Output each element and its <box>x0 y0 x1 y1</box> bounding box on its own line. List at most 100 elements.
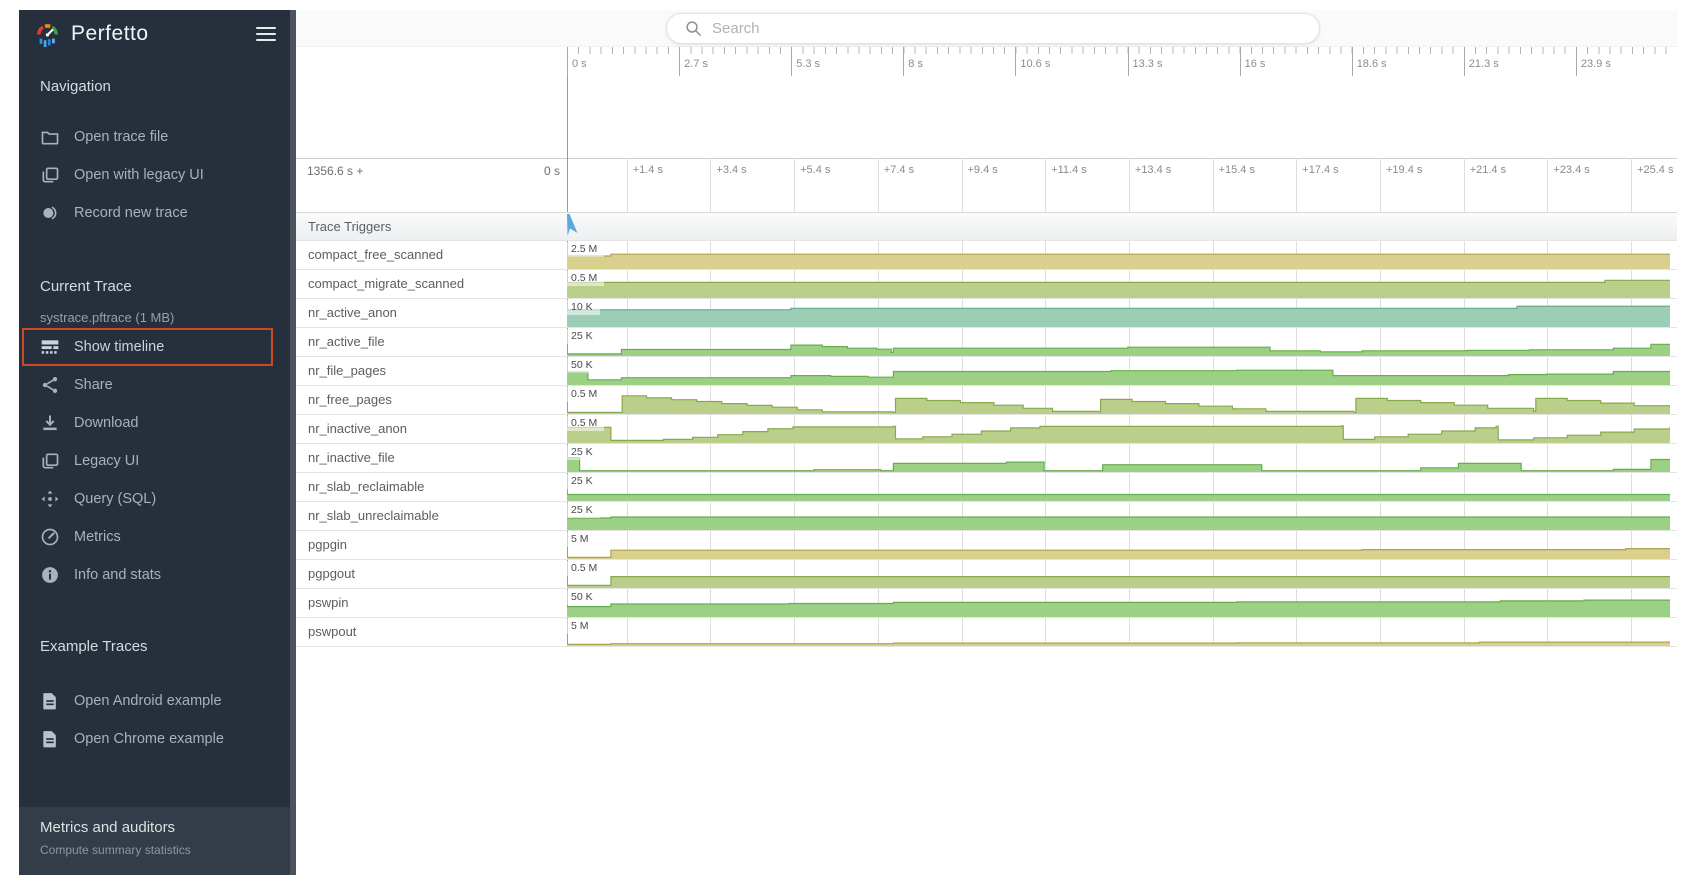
track-row-nr-free-pages[interactable]: nr_free_pages 0.5 M <box>296 386 1677 415</box>
track-row-nr-inactive-anon[interactable]: nr_inactive_anon 0.5 M <box>296 415 1677 444</box>
perfetto-logo-icon <box>34 21 61 48</box>
track-name[interactable]: pgpgout <box>308 566 355 581</box>
track-row-nr-inactive-file[interactable]: nr_inactive_file 25 K <box>296 444 1677 473</box>
sidebar-item-label: Share <box>74 377 113 393</box>
perfetto-app: Perfetto Navigation Open trace fileOpen w… <box>0 0 1698 886</box>
overlapping-windows-icon <box>40 451 60 471</box>
section-title-example-traces: Example Traces <box>19 636 290 658</box>
search-icon <box>685 20 702 37</box>
track-row-pswpin[interactable]: pswpin 50 K <box>296 589 1677 618</box>
track-row-nr-active-anon[interactable]: nr_active_anon 10 K <box>296 299 1677 328</box>
counter-value-label: 2.5 M <box>567 242 604 257</box>
time-axis-header[interactable]: 1356.6 s + 0 s +1.4 s+3.4 s+5.4 s+7.4 s+… <box>296 158 1677 212</box>
counter-value-label: 0.5 M <box>567 416 604 431</box>
sidebar-item-label: Record new trace <box>74 205 188 221</box>
overview-ruler-label: 8 s <box>908 58 923 70</box>
sidebar-item-legacy-ui[interactable]: Legacy UI <box>19 442 290 480</box>
track-row-pgpgin[interactable]: pgpgin5 M <box>296 531 1677 560</box>
counter-value-label: 25 K <box>567 445 600 460</box>
track-row-pswpout[interactable]: pswpout5 M <box>296 618 1677 647</box>
track-row-nr-slab-reclaimable[interactable]: nr_slab_reclaimable25 K <box>296 473 1677 502</box>
overview-ruler-label: 5.3 s <box>796 58 820 70</box>
track-name[interactable]: nr_inactive_anon <box>308 421 407 436</box>
track-row-trace-triggers[interactable]: Trace Triggers <box>296 212 1677 241</box>
track-name[interactable]: compact_migrate_scanned <box>308 276 464 291</box>
footer-title: Metrics and auditors <box>40 819 290 836</box>
counter-value-label: 50 K <box>567 358 600 373</box>
overview-ruler-label: 0 s <box>572 58 587 70</box>
overview-ruler-tick <box>1576 47 1577 76</box>
sidebar-footer-metrics-and-auditors[interactable]: Metrics and auditors Compute summary sta… <box>19 807 290 875</box>
sidebar-item-share[interactable]: Share <box>19 366 290 404</box>
sidebar-item-open-trace-file[interactable]: Open trace file <box>19 118 290 156</box>
track-name[interactable]: nr_active_anon <box>308 305 397 320</box>
gauge-icon <box>40 527 60 547</box>
sidebar-item-open-chrome-example[interactable]: Open Chrome example <box>19 720 290 758</box>
track-name[interactable]: nr_file_pages <box>308 363 386 378</box>
search-input[interactable] <box>712 20 1252 37</box>
track-row-nr-active-file[interactable]: nr_active_file25 K <box>296 328 1677 357</box>
track-name[interactable]: nr_slab_unreclaimable <box>308 508 439 523</box>
axis-tick-label: +17.4 s <box>1302 164 1338 176</box>
axis-tick-label: +21.4 s <box>1470 164 1506 176</box>
document-icon <box>40 691 60 711</box>
counter-value-label: 50 K <box>567 590 600 605</box>
sidebar-item-info-and-stats[interactable]: Info and stats <box>19 556 290 594</box>
track-name[interactable]: pswpin <box>308 595 348 610</box>
overlapping-windows-icon <box>40 165 60 185</box>
sidebar-item-open-android-example[interactable]: Open Android example <box>19 682 290 720</box>
counter-chart[interactable] <box>567 618 1670 652</box>
track-row-pgpgout[interactable]: pgpgout 0.5 M <box>296 560 1677 589</box>
track-name[interactable]: pswpout <box>308 624 356 639</box>
section-title-current-trace: Current Trace <box>19 276 290 298</box>
track-row-nr-file-pages[interactable]: nr_file_pages 50 K <box>296 357 1677 386</box>
sidebar-item-metrics[interactable]: Metrics <box>19 518 290 556</box>
counter-value-label: 0.5 M <box>567 561 604 576</box>
sidebar-item-label: Info and stats <box>74 567 161 583</box>
sidebar-item-label: Show timeline <box>74 339 164 355</box>
search-box[interactable] <box>666 13 1320 44</box>
sidebar-item-label: Download <box>74 415 139 431</box>
sidebar-header: Perfetto <box>19 10 290 58</box>
hamburger-menu-icon[interactable] <box>256 23 276 45</box>
axis-zero-label: 0 s <box>296 164 560 178</box>
overview-ruler-minor-ticks[interactable] <box>567 47 1677 54</box>
track-name[interactable]: nr_active_file <box>308 334 385 349</box>
axis-tick-label: +25.4 s <box>1637 164 1673 176</box>
sidebar-item-label: Query (SQL) <box>74 491 156 507</box>
axis-tick-label: +23.4 s <box>1553 164 1589 176</box>
timeline-panel: 0 s2.7 s5.3 s8 s10.6 s13.3 s16 s18.6 s21… <box>296 10 1677 875</box>
track-name[interactable]: Trace Triggers <box>308 219 391 234</box>
track-name[interactable]: nr_slab_reclaimable <box>308 479 424 494</box>
sidebar-item-show-timeline[interactable]: Show timeline <box>22 328 273 366</box>
counter-value-label: 10 K <box>567 300 600 315</box>
section-title-navigation: Navigation <box>19 76 290 98</box>
counter-value-label: 0.5 M <box>567 387 604 402</box>
axis-tick-label: +3.4 s <box>716 164 746 176</box>
overview-ruler-tick <box>903 47 904 76</box>
track-row-nr-slab-unreclaimable[interactable]: nr_slab_unreclaimable25 K <box>296 502 1677 531</box>
track-name[interactable]: pgpgin <box>308 537 347 552</box>
overview-ruler-label: 10.6 s <box>1020 58 1050 70</box>
record-icon <box>40 203 60 223</box>
trace-trigger-flag-icon <box>567 214 579 242</box>
folder-icon <box>40 127 60 147</box>
sidebar-item-label: Metrics <box>74 529 121 545</box>
sidebar-item-label: Open Android example <box>74 693 222 709</box>
overview-ruler-tick <box>567 47 568 76</box>
sidebar-item-label: Legacy UI <box>74 453 139 469</box>
sidebar-item-record-new-trace[interactable]: Record new trace <box>19 194 290 232</box>
track-row-compact-free-scanned[interactable]: compact_free_scanned 2.5 M <box>296 241 1677 270</box>
sidebar-item-query-sql-[interactable]: Query (SQL) <box>19 480 290 518</box>
overview-ruler-tick <box>1015 47 1016 76</box>
track-name[interactable]: nr_inactive_file <box>308 450 395 465</box>
top-bar <box>296 10 1677 47</box>
sidebar-item-download[interactable]: Download <box>19 404 290 442</box>
track-name[interactable]: compact_free_scanned <box>308 247 443 262</box>
axis-tick-label: +9.4 s <box>968 164 998 176</box>
sidebar-item-open-with-legacy-ui[interactable]: Open with legacy UI <box>19 156 290 194</box>
track-name[interactable]: nr_free_pages <box>308 392 392 407</box>
track-row-compact-migrate-scanned[interactable]: compact_migrate_scanned0.5 M <box>296 270 1677 299</box>
axis-tick-label: +1.4 s <box>633 164 663 176</box>
overview-ruler-tick <box>1128 47 1129 76</box>
